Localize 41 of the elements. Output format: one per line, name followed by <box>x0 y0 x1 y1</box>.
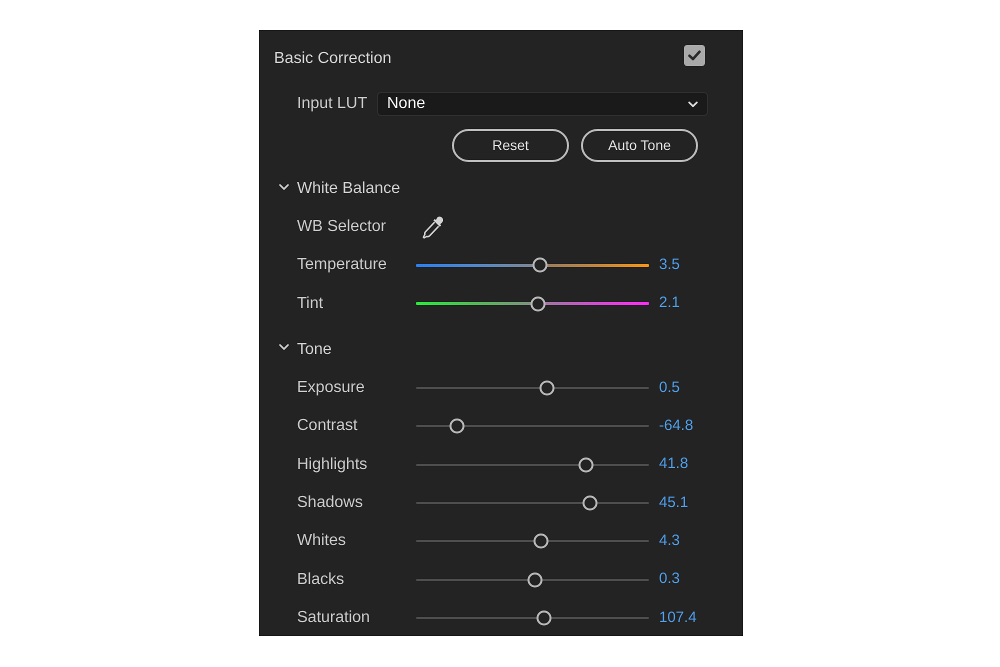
slider-value: -64.8 <box>659 416 694 436</box>
auto-tone-button[interactable]: Auto Tone <box>581 129 698 162</box>
slider-value: 4.3 <box>659 530 681 551</box>
slider-label: Tint <box>297 294 324 314</box>
slider-label: Blacks <box>297 570 346 590</box>
enable-checkbox[interactable] <box>684 45 705 66</box>
control-label: WB Selector <box>297 217 387 238</box>
input-lut-label: Input LUT <box>297 94 368 114</box>
slider-value: 41.8 <box>659 454 690 474</box>
input-lut-dropdown[interactable]: None <box>377 92 708 116</box>
slider-thumb[interactable] <box>536 610 552 626</box>
slider-thumb[interactable] <box>539 380 554 396</box>
slider-thumb[interactable] <box>450 418 464 434</box>
slider-label: Whites <box>297 531 347 552</box>
slider-value: 3.5 <box>659 255 681 276</box>
slider-label: Saturation <box>297 608 371 628</box>
panel-title: Basic Correction <box>274 49 392 69</box>
checkmark-icon <box>688 50 701 61</box>
slider-thumb[interactable] <box>578 457 594 472</box>
slider-value: 107.4 <box>659 608 698 628</box>
slider-thumb[interactable] <box>530 296 546 312</box>
slider-thumb[interactable] <box>533 534 548 549</box>
slider-thumb[interactable] <box>582 495 598 510</box>
slider-value: 45.1 <box>659 492 690 513</box>
chevron-icon[interactable] <box>279 344 289 350</box>
slider-thumb[interactable] <box>532 258 548 273</box>
slider-value: 2.1 <box>659 293 681 314</box>
slider-label: Contrast <box>297 416 358 436</box>
chevron-icon[interactable] <box>279 184 289 190</box>
chevron-down-icon <box>688 100 698 108</box>
slider-label: Highlights <box>297 454 368 475</box>
section-title: White Balance <box>297 179 400 199</box>
slider-value: 0.5 <box>659 378 681 398</box>
eyedropper-icon[interactable] <box>421 214 445 240</box>
slider-thumb[interactable] <box>528 572 543 588</box>
slider-label: Shadows <box>297 492 364 513</box>
slider-label: Exposure <box>297 378 366 398</box>
reset-button[interactable]: Reset <box>452 129 569 162</box>
section-title: Tone <box>297 340 332 360</box>
slider-label: Temperature <box>297 255 388 276</box>
slider-value: 0.3 <box>659 569 681 590</box>
